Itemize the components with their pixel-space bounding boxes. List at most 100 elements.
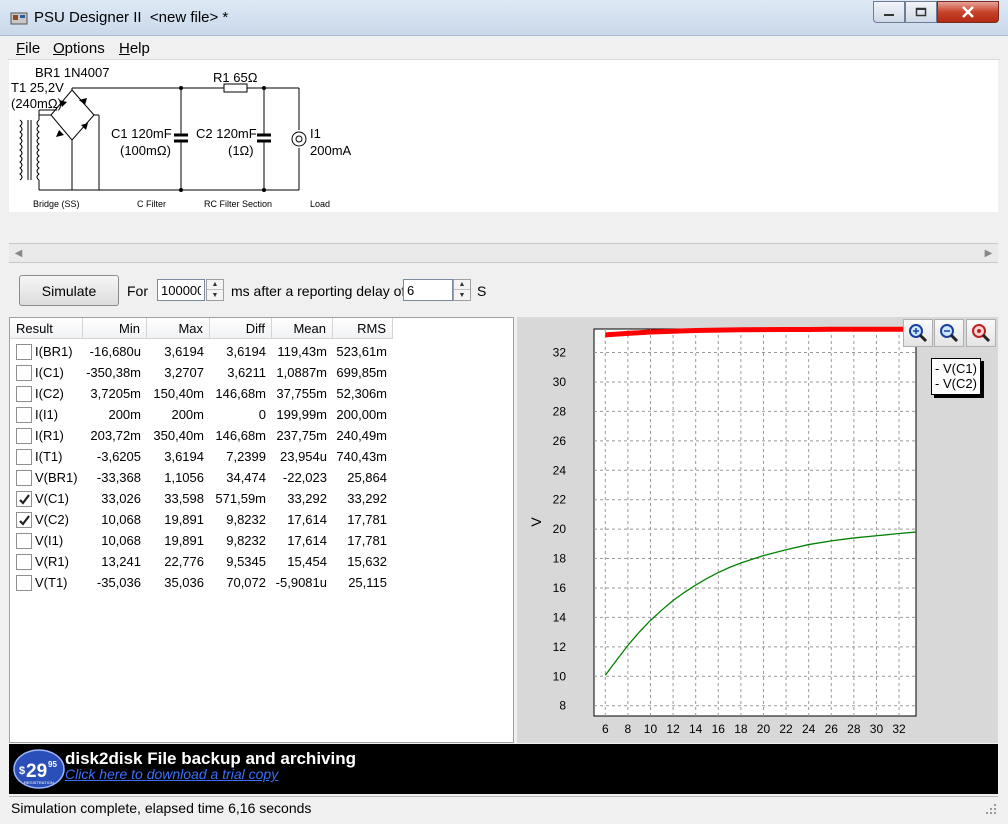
col-max[interactable]: Max bbox=[147, 318, 210, 339]
ad-banner[interactable]: $ 29 95 REGISTRATION disk2disk File back… bbox=[9, 744, 998, 794]
horizontal-scrollbar[interactable]: ◀ ▶ bbox=[9, 243, 998, 263]
spin-down-icon[interactable]: ▼ bbox=[207, 290, 223, 300]
minimize-icon bbox=[884, 14, 894, 16]
result-checkbox[interactable] bbox=[16, 554, 32, 570]
table-row[interactable]: I(C1) -350,38m 3,2707 3,6211 1,0887m 699,85m bbox=[10, 362, 515, 383]
result-mean: 17,614 bbox=[287, 533, 327, 548]
result-max: 1,1056 bbox=[164, 470, 204, 485]
price-badge: $ 29 95 REGISTRATION bbox=[13, 749, 65, 789]
menu-options[interactable]: Options bbox=[53, 40, 105, 57]
legend-entry: - V(C1) bbox=[935, 361, 980, 376]
result-name: I(R1) bbox=[35, 428, 64, 443]
delay-input[interactable] bbox=[403, 279, 453, 301]
table-row[interactable]: V(BR1) -33,368 1,1056 34,474 -22,023 25,864 bbox=[10, 467, 515, 488]
schematic-canvas[interactable]: BR1 1N4007 T1 25,2V (240mΩ) R1 65Ω C1 12… bbox=[9, 60, 998, 212]
table-row[interactable]: V(C2) 10,068 19,891 9,8232 17,614 17,781 bbox=[10, 509, 515, 530]
result-checkbox[interactable] bbox=[16, 512, 32, 528]
menu-help[interactable]: Help bbox=[119, 40, 150, 57]
spin-down-icon[interactable]: ▼ bbox=[454, 290, 470, 300]
result-min: 10,068 bbox=[101, 512, 141, 527]
x-tick-label: 8 bbox=[625, 722, 632, 736]
scroll-right-icon[interactable]: ▶ bbox=[980, 245, 997, 262]
duration-spinner[interactable]: ▲ ▼ bbox=[206, 279, 224, 301]
x-tick-label: 32 bbox=[892, 722, 906, 736]
x-tick-label: 14 bbox=[689, 722, 703, 736]
table-row[interactable]: I(R1) 203,72m 350,40m 146,68m 237,75m 240,49m bbox=[10, 425, 515, 446]
result-checkbox[interactable] bbox=[16, 344, 32, 360]
results-table[interactable]: Result Min Max Diff Mean RMS I(BR1) -16,6… bbox=[9, 317, 514, 743]
result-min: -3,6205 bbox=[96, 449, 141, 464]
zoom-fit-icon bbox=[972, 324, 991, 343]
col-mean[interactable]: Mean bbox=[272, 318, 333, 339]
result-checkbox[interactable] bbox=[16, 533, 32, 549]
result-checkbox[interactable] bbox=[16, 386, 32, 402]
close-icon bbox=[962, 6, 974, 18]
maximize-button[interactable] bbox=[905, 1, 937, 23]
col-min[interactable]: Min bbox=[83, 318, 147, 339]
x-tick-label: 26 bbox=[825, 722, 839, 736]
y-tick-label: 28 bbox=[553, 404, 567, 418]
result-rms: 52,306m bbox=[336, 386, 387, 401]
result-checkbox[interactable] bbox=[16, 407, 32, 423]
result-min: -16,680u bbox=[89, 344, 141, 359]
zoom-out-button[interactable] bbox=[934, 319, 964, 347]
result-max: 3,6194 bbox=[164, 449, 204, 464]
legend-label: V(C2) bbox=[942, 376, 977, 391]
delay-spinner[interactable]: ▲ ▼ bbox=[453, 279, 471, 301]
result-min: -35,036 bbox=[96, 575, 141, 590]
result-checkbox[interactable] bbox=[16, 365, 32, 381]
y-tick-label: 22 bbox=[553, 493, 567, 507]
y-tick-label: 8 bbox=[559, 699, 566, 713]
zoom-fit-button[interactable] bbox=[966, 319, 996, 347]
table-row[interactable]: V(R1) 13,241 22,776 9,5345 15,454 15,632 bbox=[10, 551, 515, 572]
minimize-button[interactable] bbox=[873, 1, 905, 23]
scroll-left-icon[interactable]: ◀ bbox=[10, 245, 27, 262]
legend-marker: - bbox=[935, 361, 943, 376]
maximize-icon bbox=[915, 7, 927, 17]
col-rms[interactable]: RMS bbox=[333, 318, 393, 339]
spin-up-icon[interactable]: ▲ bbox=[207, 280, 223, 290]
col-result[interactable]: Result bbox=[10, 318, 83, 339]
result-min: -33,368 bbox=[96, 470, 141, 485]
table-row[interactable]: I(I1) 200m 200m 0 199,99m 200,00m bbox=[10, 404, 515, 425]
table-row[interactable]: I(C2) 3,7205m 150,40m 146,68m 37,755m 52,306m bbox=[10, 383, 515, 404]
zoom-in-button[interactable] bbox=[903, 319, 933, 347]
close-button[interactable] bbox=[937, 1, 999, 23]
simulate-button[interactable]: Simulate bbox=[19, 275, 119, 306]
result-rms: 699,85m bbox=[336, 365, 387, 380]
col-diff[interactable]: Diff bbox=[210, 318, 272, 339]
table-row[interactable]: I(T1) -3,6205 3,6194 7,2399 23,954u 740,43m bbox=[10, 446, 515, 467]
table-row[interactable]: V(I1) 10,068 19,891 9,8232 17,614 17,781 bbox=[10, 530, 515, 551]
result-name: I(C1) bbox=[35, 365, 64, 380]
transformer-resistance: (240mΩ) bbox=[11, 96, 62, 111]
menu-options-accel: O bbox=[53, 40, 65, 57]
banner-download-link[interactable]: Click here to download a trial copy bbox=[65, 766, 278, 782]
result-checkbox[interactable] bbox=[16, 575, 32, 591]
duration-input[interactable] bbox=[157, 279, 205, 301]
result-rms: 15,632 bbox=[347, 554, 387, 569]
x-tick-label: 28 bbox=[847, 722, 861, 736]
y-tick-label: 20 bbox=[553, 522, 567, 536]
result-min: 13,241 bbox=[101, 554, 141, 569]
table-row[interactable]: V(T1) -35,036 35,036 70,072 -5,9081u 25,115 bbox=[10, 572, 515, 593]
result-checkbox[interactable] bbox=[16, 470, 32, 486]
table-row[interactable]: V(C1) 33,026 33,598 571,59m 33,292 33,292 bbox=[10, 488, 515, 509]
result-mean: 37,755m bbox=[276, 386, 327, 401]
resize-grip-icon[interactable] bbox=[985, 803, 997, 815]
x-tick-label: 16 bbox=[712, 722, 726, 736]
x-tick-label: 12 bbox=[666, 722, 680, 736]
menu-file[interactable]: File bbox=[16, 40, 40, 57]
result-rms: 25,115 bbox=[348, 575, 387, 590]
result-diff: 146,68m bbox=[215, 428, 266, 443]
load-name: I1 bbox=[310, 126, 321, 141]
result-checkbox[interactable] bbox=[16, 449, 32, 465]
result-checkbox[interactable] bbox=[16, 428, 32, 444]
plot-panel[interactable]: 6 8 10 12 14 16 18 20 22 24 26 28 30 32 8 10 12 14 16 18 20 2… bbox=[517, 317, 998, 743]
table-row[interactable]: I(BR1) -16,680u 3,6194 3,6194 119,43m 523,61m bbox=[10, 341, 515, 362]
result-diff: 0 bbox=[258, 407, 266, 422]
spin-up-icon[interactable]: ▲ bbox=[454, 280, 470, 290]
result-rms: 25,864 bbox=[347, 470, 387, 485]
section-rc-label: RC Filter Section bbox=[204, 199, 273, 209]
result-checkbox[interactable] bbox=[16, 491, 32, 507]
voltage-chart[interactable]: 6 8 10 12 14 16 18 20 22 24 26 28 30 32 8 10 12 14 16 18 20 2… bbox=[517, 317, 998, 743]
